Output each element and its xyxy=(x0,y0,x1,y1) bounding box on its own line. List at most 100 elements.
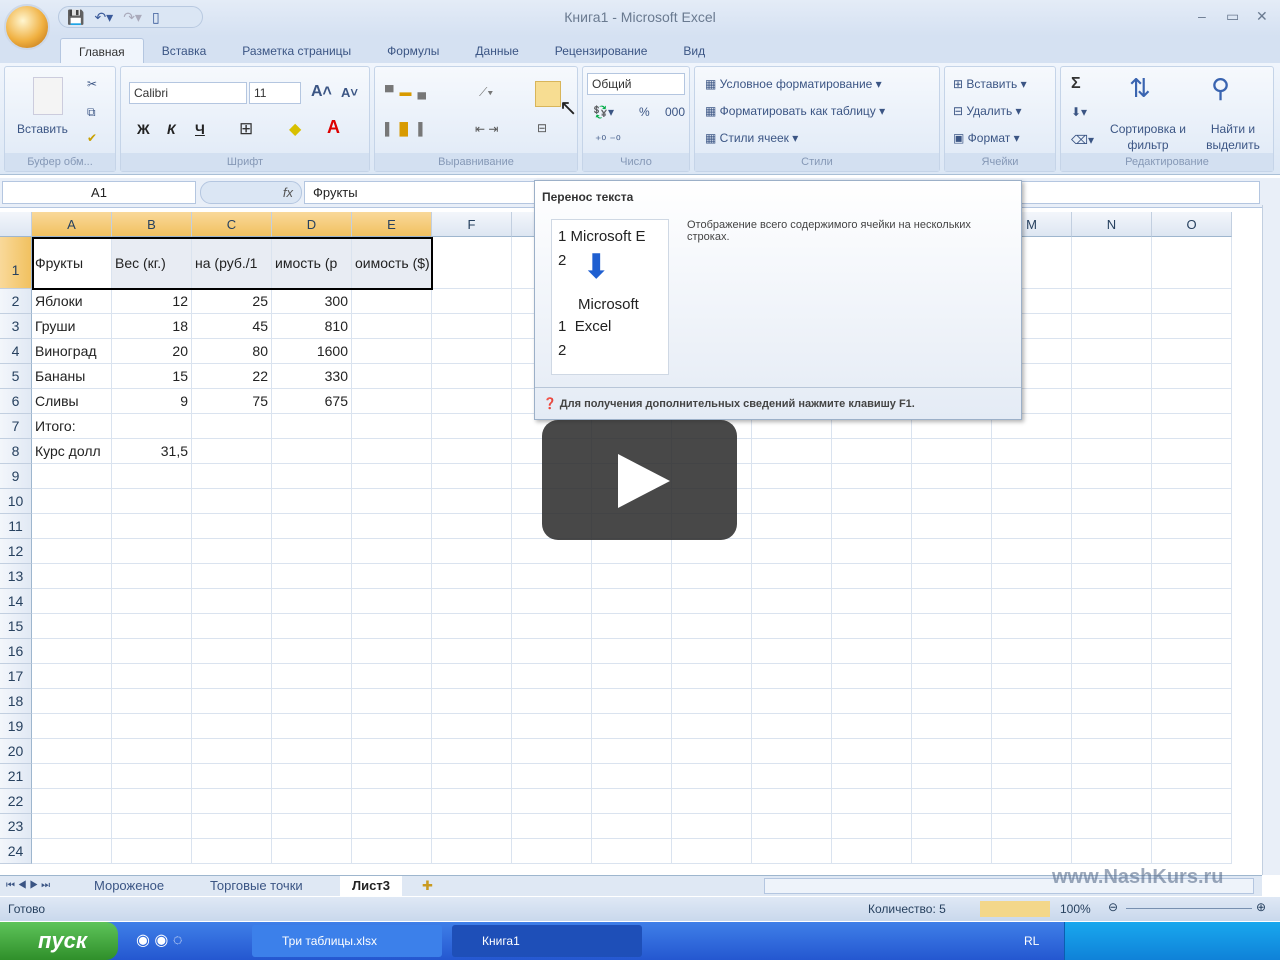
cell-styles-button[interactable]: ▦ Стили ячеек ▾ xyxy=(705,131,798,145)
tab-3[interactable]: Формулы xyxy=(369,38,457,64)
cell-E4[interactable] xyxy=(352,339,432,364)
cell-F14[interactable] xyxy=(432,589,512,614)
cell-D3[interactable]: 810 xyxy=(272,314,352,339)
cell-B8[interactable]: 31,5 xyxy=(112,439,192,464)
cell-N21[interactable] xyxy=(1072,764,1152,789)
cell-M15[interactable] xyxy=(992,614,1072,639)
row-header-19[interactable]: 19 xyxy=(0,714,32,739)
cell-H17[interactable] xyxy=(592,664,672,689)
cell-O5[interactable] xyxy=(1152,364,1232,389)
cell-F18[interactable] xyxy=(432,689,512,714)
column-header-N[interactable]: N xyxy=(1072,212,1152,237)
cell-O8[interactable] xyxy=(1152,439,1232,464)
copy-icon[interactable]: ⧉ xyxy=(87,105,96,120)
cell-N3[interactable] xyxy=(1072,314,1152,339)
vertical-scrollbar[interactable] xyxy=(1262,205,1280,875)
cell-L12[interactable] xyxy=(912,539,992,564)
cell-K15[interactable] xyxy=(832,614,912,639)
cell-A8[interactable]: Курс долл xyxy=(32,439,112,464)
cell-C14[interactable] xyxy=(192,589,272,614)
cell-O18[interactable] xyxy=(1152,689,1232,714)
cell-F15[interactable] xyxy=(432,614,512,639)
cell-N16[interactable] xyxy=(1072,639,1152,664)
cell-F1[interactable] xyxy=(432,237,512,289)
paste-button[interactable]: Вставить xyxy=(17,122,68,136)
cell-L17[interactable] xyxy=(912,664,992,689)
quick-launch-icons[interactable]: ◉ ◉ ◌ xyxy=(136,930,182,950)
cell-E2[interactable] xyxy=(352,289,432,314)
cell-O4[interactable] xyxy=(1152,339,1232,364)
insert-function-button[interactable]: fx xyxy=(200,181,302,204)
row-header-21[interactable]: 21 xyxy=(0,764,32,789)
cell-D12[interactable] xyxy=(272,539,352,564)
cell-O2[interactable] xyxy=(1152,289,1232,314)
redo-icon[interactable]: ↷▾ xyxy=(123,9,142,26)
cell-D7[interactable] xyxy=(272,414,352,439)
cell-E7[interactable] xyxy=(352,414,432,439)
cell-L22[interactable] xyxy=(912,789,992,814)
cell-L21[interactable] xyxy=(912,764,992,789)
cell-K23[interactable] xyxy=(832,814,912,839)
cell-F11[interactable] xyxy=(432,514,512,539)
cell-N8[interactable] xyxy=(1072,439,1152,464)
cell-G13[interactable] xyxy=(512,564,592,589)
cell-G15[interactable] xyxy=(512,614,592,639)
cell-A15[interactable] xyxy=(32,614,112,639)
cell-E8[interactable] xyxy=(352,439,432,464)
cell-K19[interactable] xyxy=(832,714,912,739)
font-name-select[interactable]: Calibri xyxy=(129,82,247,104)
zoom-slider[interactable] xyxy=(1126,908,1252,909)
cell-F19[interactable] xyxy=(432,714,512,739)
cut-icon[interactable]: ✂ xyxy=(87,77,97,91)
view-buttons[interactable] xyxy=(980,901,1050,917)
cell-M16[interactable] xyxy=(992,639,1072,664)
decimal-icons[interactable]: ⁺⁰ ⁻⁰ xyxy=(595,133,621,147)
cell-F24[interactable] xyxy=(432,839,512,864)
cell-O1[interactable] xyxy=(1152,237,1232,289)
row-header-16[interactable]: 16 xyxy=(0,639,32,664)
cell-F10[interactable] xyxy=(432,489,512,514)
format-cells-button[interactable]: ▣ Формат ▾ xyxy=(953,131,1020,145)
tab-4[interactable]: Данные xyxy=(457,38,536,64)
cell-I23[interactable] xyxy=(672,814,752,839)
column-header-E[interactable]: E xyxy=(352,212,432,237)
cell-F20[interactable] xyxy=(432,739,512,764)
cell-B10[interactable] xyxy=(112,489,192,514)
fill-icon[interactable]: ⬇▾ xyxy=(1071,105,1087,119)
cell-C16[interactable] xyxy=(192,639,272,664)
cell-I24[interactable] xyxy=(672,839,752,864)
cell-G20[interactable] xyxy=(512,739,592,764)
cell-C17[interactable] xyxy=(192,664,272,689)
cell-B18[interactable] xyxy=(112,689,192,714)
cell-G16[interactable] xyxy=(512,639,592,664)
cell-L10[interactable] xyxy=(912,489,992,514)
cell-G24[interactable] xyxy=(512,839,592,864)
cell-C11[interactable] xyxy=(192,514,272,539)
cell-G22[interactable] xyxy=(512,789,592,814)
cell-B4[interactable]: 20 xyxy=(112,339,192,364)
sheet-nav-arrows[interactable]: ⏮ ◀ ▶ ⏭ xyxy=(2,876,54,896)
cell-L11[interactable] xyxy=(912,514,992,539)
cell-N22[interactable] xyxy=(1072,789,1152,814)
cell-B15[interactable] xyxy=(112,614,192,639)
cell-K16[interactable] xyxy=(832,639,912,664)
cell-O24[interactable] xyxy=(1152,839,1232,864)
format-as-table-button[interactable]: ▦ Форматировать как таблицу ▾ xyxy=(705,104,885,118)
currency-icon[interactable]: 💱▾ xyxy=(593,105,614,119)
cell-A21[interactable] xyxy=(32,764,112,789)
cell-C9[interactable] xyxy=(192,464,272,489)
minimize-button[interactable]: – xyxy=(1198,8,1206,24)
cell-C3[interactable]: 45 xyxy=(192,314,272,339)
row-header-15[interactable]: 15 xyxy=(0,614,32,639)
cell-K18[interactable] xyxy=(832,689,912,714)
cell-D24[interactable] xyxy=(272,839,352,864)
cell-M22[interactable] xyxy=(992,789,1072,814)
cell-K21[interactable] xyxy=(832,764,912,789)
cell-E24[interactable] xyxy=(352,839,432,864)
cell-D23[interactable] xyxy=(272,814,352,839)
cell-C22[interactable] xyxy=(192,789,272,814)
column-header-F[interactable]: F xyxy=(432,212,512,237)
cell-E20[interactable] xyxy=(352,739,432,764)
tab-2[interactable]: Разметка страницы xyxy=(224,38,369,64)
video-play-button[interactable] xyxy=(542,420,737,540)
